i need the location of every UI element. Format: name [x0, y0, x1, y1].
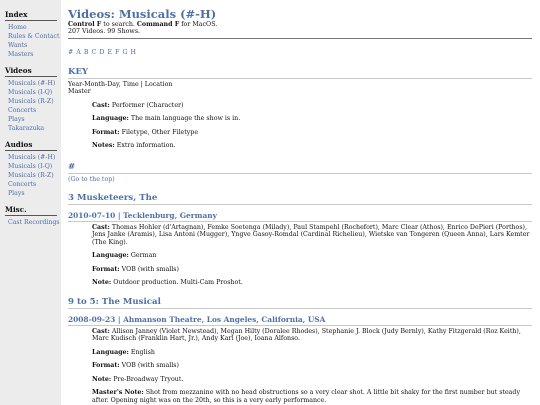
field-label: Format: — [92, 362, 120, 370]
key-field: Format: Filetype, Other Filetype — [92, 129, 532, 137]
main-content: Videos: Musicals (#-H) Control F to sear… — [68, 0, 532, 404]
performance-field: Format: VOB (with smalls) — [92, 362, 532, 370]
sidebar-heading: Audios — [5, 140, 57, 151]
sidebar-item-wants[interactable]: Wants — [5, 41, 61, 50]
sidebar-section-videos: Videos Musicals (#-H) Musicals (I-Q) Mus… — [5, 66, 61, 133]
field-value: German — [128, 252, 157, 260]
field-value: Pre-Broadway Tryout. — [111, 375, 184, 383]
sidebar-heading: Index — [5, 10, 57, 21]
section-divider — [68, 77, 532, 79]
alpha-link-d[interactable]: D — [99, 49, 104, 56]
performance-field: Master's Note: Shot from mezzanine with … — [92, 389, 532, 404]
performance-field: Note: Pre-Broadway Tryout. — [92, 376, 532, 384]
field-value: Performer (Character) — [109, 101, 184, 109]
alpha-link-e[interactable]: E — [107, 49, 112, 56]
field-value: Outdoor production. Multi-Cam Proshot. — [111, 279, 243, 287]
key-heading: KEY — [68, 66, 89, 77]
performance-divider — [68, 324, 532, 326]
sidebar-item-audio-musicals-r-z[interactable]: Musicals (R-Z) — [5, 171, 61, 180]
performance-title: 2008-09-23 | Ahmanson Theatre, Los Angel… — [68, 314, 326, 324]
help-text: for MacOS. — [179, 21, 218, 28]
field-label: Language: — [92, 348, 129, 356]
alpha-link-g[interactable]: G — [122, 49, 127, 56]
performance-field: Cast: Thomas Hohler (d'Artagnan), Femke … — [92, 224, 532, 247]
key-field: Cast: Performer (Character) — [92, 102, 532, 110]
field-label: Language: — [92, 252, 129, 260]
sidebar-item-cast-recordings[interactable]: Cast Recordings — [5, 218, 61, 227]
sidebar-item-video-musicals-a-h[interactable]: Musicals (#-H) — [5, 79, 61, 88]
go-to-top-link[interactable]: (Go to the top) — [68, 176, 532, 183]
sidebar-item-video-plays[interactable]: Plays — [5, 115, 61, 124]
performance-field: Language: German — [92, 252, 532, 260]
show-divider — [68, 203, 532, 205]
alpha-nav: # A B C D E F G H — [68, 49, 532, 56]
show-divider — [68, 307, 532, 309]
show-title: 9 to 5: The Musical — [68, 296, 161, 307]
counts-text: 207 Videos. 99 Shows. — [68, 28, 141, 36]
alpha-link-hash[interactable]: # — [68, 49, 73, 56]
field-value: VOB (with smalls) — [119, 265, 179, 273]
field-label: Cast: — [92, 327, 110, 335]
sidebar-heading: Videos — [5, 66, 57, 77]
key-format-line: Year-Month-Day, Time | Location — [68, 80, 173, 88]
performance-title: 2010-07-10 | Tecklenburg, Germany — [68, 210, 217, 220]
field-label: Note: — [92, 375, 112, 383]
help-ctrl-key: Control F — [68, 21, 102, 28]
show-title: 3 Musketeers, The — [68, 192, 158, 203]
sidebar-item-video-musicals-i-q[interactable]: Musicals (I-Q) — [5, 88, 61, 97]
sidebar-item-audio-musicals-i-q[interactable]: Musicals (I-Q) — [5, 162, 61, 171]
alpha-link-c[interactable]: C — [92, 49, 97, 56]
sidebar-section-audios: Audios Musicals (#-H) Musicals (I-Q) Mus… — [5, 140, 61, 198]
alpha-link-f[interactable]: F — [115, 49, 119, 56]
sidebar-item-audio-musicals-a-h[interactable]: Musicals (#-H) — [5, 153, 61, 162]
performance-field: Format: VOB (with smalls) — [92, 266, 532, 274]
field-value: VOB (with smalls) — [119, 362, 179, 370]
alpha-link-b[interactable]: B — [84, 49, 89, 56]
sidebar-heading: Misc. — [5, 205, 57, 216]
help-cmd-key: Command F — [136, 21, 180, 28]
sidebar: Index Home Rules & Contact Wants Masters… — [0, 0, 61, 405]
field-label: Cast: — [92, 101, 110, 109]
sidebar-section-misc: Misc. Cast Recordings — [5, 205, 61, 227]
help-text: to search. — [101, 21, 137, 28]
field-value: English — [128, 348, 155, 356]
sidebar-item-video-takarazuka[interactable]: Takarazuka — [5, 124, 61, 133]
performance-field: Note: Outdoor production. Multi-Cam Pros… — [92, 279, 532, 287]
sidebar-item-home[interactable]: Home — [5, 23, 61, 32]
field-value: Allison Janney (Violet Newstead), Megan … — [92, 327, 521, 343]
sidebar-section-index: Index Home Rules & Contact Wants Masters — [5, 10, 61, 59]
field-value: Thomas Hohler (d'Artagnan), Femke Soeten… — [92, 223, 530, 246]
performance-field: Cast: Allison Janney (Violet Newstead), … — [92, 328, 532, 343]
field-value: Filetype, Other Filetype — [119, 128, 199, 136]
alpha-link-a[interactable]: A — [76, 49, 81, 56]
performance-field: Language: English — [92, 349, 532, 357]
field-value: Extra information. — [114, 142, 176, 150]
title-divider — [68, 37, 532, 39]
key-field: Notes: Extra information. — [92, 142, 532, 150]
sidebar-item-audio-plays[interactable]: Plays — [5, 189, 61, 198]
sidebar-item-video-concerts[interactable]: Concerts — [5, 106, 61, 115]
field-value: The main language the show is in. — [128, 115, 241, 123]
sidebar-item-rules-contact[interactable]: Rules & Contact — [5, 32, 61, 41]
field-value: Shot from mezzanine with no head obstruc… — [92, 389, 521, 404]
key-field: Language: The main language the show is … — [92, 115, 532, 123]
sidebar-item-audio-concerts[interactable]: Concerts — [5, 180, 61, 189]
field-label: Master's Note: — [92, 389, 144, 397]
alpha-link-h[interactable]: H — [131, 49, 137, 56]
field-label: Note: — [92, 279, 112, 287]
field-label: Cast: — [92, 223, 110, 231]
key-master-line: Master — [68, 88, 91, 96]
performance-divider — [68, 220, 532, 222]
sidebar-item-masters[interactable]: Masters — [5, 50, 61, 59]
section-heading-hash: # — [68, 161, 76, 172]
section-divider — [68, 172, 532, 174]
page-title: Videos: Musicals (#-H) — [68, 7, 217, 21]
search-help-text: Control F to search. Command F for MacOS… — [68, 21, 532, 28]
field-label: Format: — [92, 128, 120, 136]
field-label: Notes: — [92, 142, 115, 150]
field-label: Language: — [92, 115, 129, 123]
sidebar-item-video-musicals-r-z[interactable]: Musicals (R-Z) — [5, 97, 61, 106]
field-label: Format: — [92, 265, 120, 273]
